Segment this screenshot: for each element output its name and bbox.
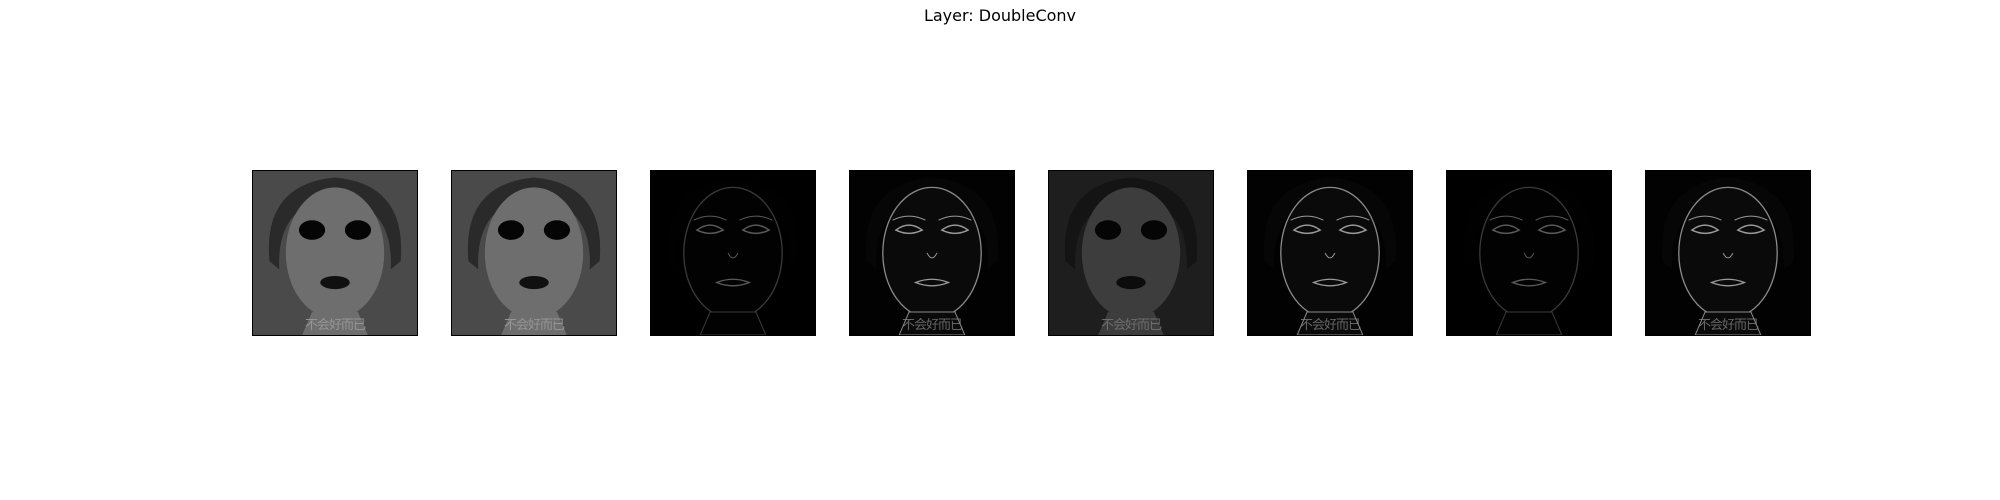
face-feature-map-image bbox=[1049, 171, 1213, 335]
mouth bbox=[519, 275, 549, 290]
mouth bbox=[320, 275, 350, 290]
feature-map-channel-4: 不会好而已 bbox=[849, 170, 1015, 336]
left-eye bbox=[497, 220, 525, 240]
face-region bbox=[484, 187, 584, 319]
mouth bbox=[1116, 275, 1146, 290]
face-feature-map-image bbox=[1646, 171, 1810, 335]
feature-map-channel-8: 不会好而已 bbox=[1645, 170, 1811, 336]
right-eye bbox=[344, 220, 372, 240]
overlay-caption-text: 不会好而已 bbox=[1697, 318, 1759, 333]
overlay-caption-text: 不会好而已 bbox=[503, 318, 565, 333]
face-region bbox=[1678, 186, 1778, 320]
feature-map-channel-5: 不会好而已 bbox=[1048, 170, 1214, 336]
figure-title: Layer: DoubleConv bbox=[923, 6, 1077, 25]
face-region bbox=[882, 186, 982, 320]
neck-region bbox=[1495, 311, 1563, 335]
neck-region bbox=[699, 311, 767, 335]
overlay-caption-text: 不会好而已 bbox=[1299, 318, 1361, 333]
face-feature-map-image bbox=[850, 171, 1014, 335]
feature-map-channel-3 bbox=[650, 170, 816, 336]
feature-map-channel-1: 不会好而已 bbox=[252, 170, 418, 336]
face-feature-map-image bbox=[1248, 171, 1412, 335]
left-eye bbox=[298, 220, 326, 240]
face-region bbox=[1479, 186, 1579, 320]
face-feature-map-image bbox=[253, 171, 417, 335]
feature-map-channel-6: 不会好而已 bbox=[1247, 170, 1413, 336]
overlay-caption-text: 不会好而已 bbox=[901, 318, 963, 333]
left-eye bbox=[1094, 220, 1122, 240]
face-region bbox=[1081, 187, 1181, 319]
face-feature-map-image bbox=[452, 171, 616, 335]
feature-map-channel-7 bbox=[1446, 170, 1612, 336]
right-eye bbox=[1140, 220, 1168, 240]
face-feature-map-image bbox=[1447, 171, 1611, 335]
right-eye bbox=[543, 220, 571, 240]
face-feature-map-image bbox=[651, 171, 815, 335]
overlay-caption-text: 不会好而已 bbox=[304, 318, 366, 333]
feature-map-channel-2: 不会好而已 bbox=[451, 170, 617, 336]
overlay-caption-text: 不会好而已 bbox=[1100, 318, 1162, 333]
face-region bbox=[285, 187, 385, 319]
face-region bbox=[683, 186, 783, 320]
face-region bbox=[1280, 186, 1380, 320]
